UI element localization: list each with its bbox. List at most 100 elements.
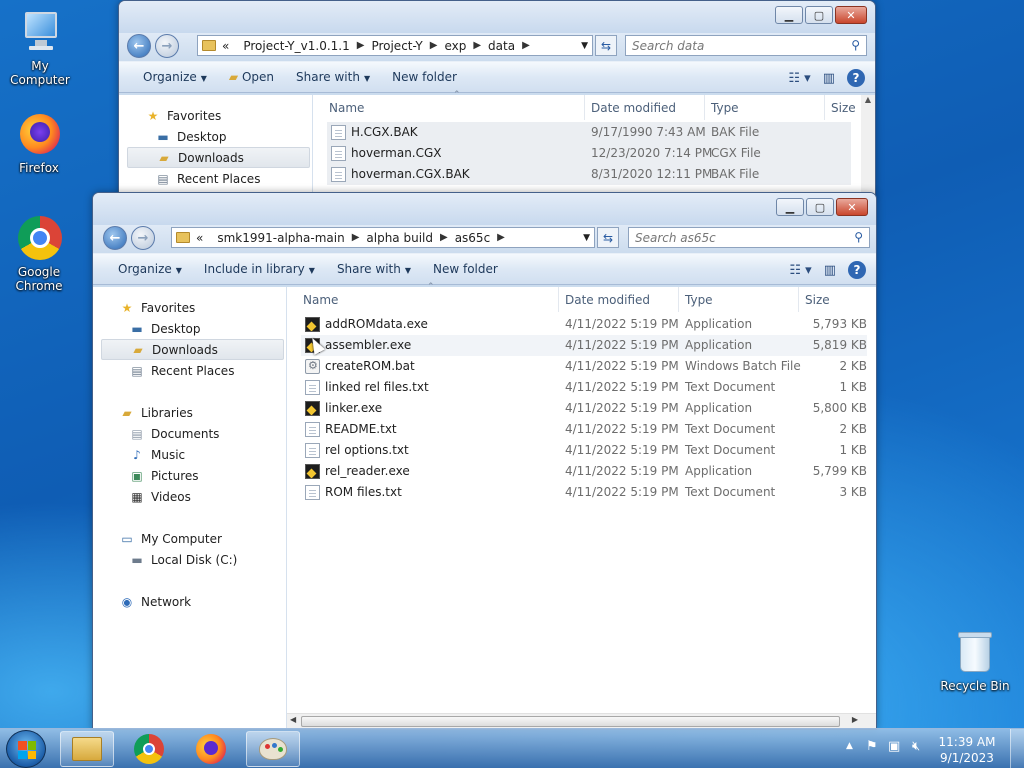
- help-icon[interactable]: ?: [848, 261, 866, 279]
- forward-button[interactable]: →: [155, 34, 179, 58]
- search-input[interactable]: Search data ⚲: [625, 35, 867, 56]
- title-bar[interactable]: ▁ ▢ ✕: [93, 193, 876, 225]
- taskbar-firefox-button[interactable]: [184, 731, 238, 767]
- column-header-name[interactable]: Name ⌃: [323, 90, 585, 120]
- desktop-icon-recycle-bin[interactable]: Recycle Bin: [935, 630, 1015, 693]
- maximize-button[interactable]: ▢: [806, 198, 834, 216]
- breadcrumb-item[interactable]: alpha build: [366, 231, 433, 245]
- breadcrumb-overflow[interactable]: «: [222, 39, 229, 53]
- forward-button[interactable]: →: [131, 226, 155, 250]
- nav-desktop[interactable]: ▬ Desktop: [155, 126, 226, 147]
- network-status-icon[interactable]: ▣: [888, 739, 900, 754]
- share-with-menu[interactable]: Share with ▼: [296, 70, 370, 84]
- scroll-right-icon[interactable]: ▶: [852, 715, 858, 724]
- file-row[interactable]: assembler.exe 4/11/2022 5:19 PM Applicatio…: [301, 335, 867, 356]
- nav-documents[interactable]: ▤ Documents: [129, 423, 219, 444]
- maximize-button[interactable]: ▢: [805, 6, 833, 24]
- view-options-icon[interactable]: ☷ ▾: [789, 263, 811, 278]
- nav-downloads[interactable]: ▰ Downloads: [101, 339, 284, 360]
- preview-pane-icon[interactable]: ▥: [824, 263, 836, 278]
- taskbar-paint-button[interactable]: [246, 731, 300, 767]
- file-row[interactable]: addROMdata.exe 4/11/2022 5:19 PM Applicati…: [301, 314, 867, 335]
- view-options-icon[interactable]: ☷ ▾: [788, 71, 810, 86]
- minimize-button[interactable]: ▁: [776, 198, 804, 216]
- nav-music[interactable]: ♪ Music: [129, 444, 185, 465]
- volume-muted-icon[interactable]: 🔇︎: [912, 739, 920, 754]
- help-icon[interactable]: ?: [847, 69, 865, 87]
- column-header-date[interactable]: Date modified: [585, 95, 705, 120]
- desktop-icon-chrome[interactable]: Google Chrome: [0, 216, 79, 293]
- nav-libraries[interactable]: ▰ Libraries: [119, 402, 192, 423]
- nav-network[interactable]: ◉ Network: [119, 591, 191, 612]
- explorer-window-front[interactable]: ▁ ▢ ✕ ← → « smk1991-alpha-main ▶ alpha b…: [92, 192, 877, 730]
- refresh-button[interactable]: ⇆: [595, 35, 617, 56]
- column-header-size[interactable]: Size: [799, 287, 859, 312]
- breadcrumb-item[interactable]: Project-Y: [371, 39, 422, 53]
- start-button[interactable]: [6, 730, 46, 768]
- action-center-icon[interactable]: ⚑: [866, 739, 878, 754]
- file-row[interactable]: linker.exe 4/11/2022 5:19 PM Application 5,…: [301, 398, 867, 419]
- scroll-left-icon[interactable]: ◀: [290, 715, 296, 724]
- share-with-menu[interactable]: Share with ▼: [337, 262, 411, 276]
- file-row[interactable]: hoverman.CGX.BAK 8/31/2020 12:11 PM BAK …: [327, 164, 851, 185]
- file-row[interactable]: linked rel files.txt 4/11/2022 5:19 PM Tex…: [301, 377, 867, 398]
- nav-downloads[interactable]: ▰ Downloads: [127, 147, 310, 168]
- address-bar[interactable]: « smk1991-alpha-main ▶ alpha build ▶ as6…: [171, 227, 595, 248]
- nav-favorites[interactable]: ★ Favorites: [119, 297, 196, 318]
- file-row[interactable]: createROM.bat 4/11/2022 5:19 PM Windows Ba…: [301, 356, 867, 377]
- column-header-name[interactable]: Name ⌃: [297, 282, 559, 312]
- nav-desktop[interactable]: ▬ Desktop: [129, 318, 200, 339]
- file-row[interactable]: ROM files.txt 4/11/2022 5:19 PM Text Docum…: [301, 482, 867, 503]
- show-desktop-button[interactable]: [1010, 729, 1024, 768]
- nav-pictures[interactable]: ▣ Pictures: [129, 465, 198, 486]
- new-folder-button[interactable]: New folder: [392, 70, 457, 84]
- preview-pane-icon[interactable]: ▥: [823, 71, 835, 86]
- nav-videos[interactable]: ▦ Videos: [129, 486, 191, 507]
- file-row[interactable]: rel_reader.exe 4/11/2022 5:19 PM Applicati…: [301, 461, 867, 482]
- clock[interactable]: 11:39 AM 9/1/2023: [936, 734, 998, 766]
- column-header-date[interactable]: Date modified: [559, 287, 679, 312]
- scrollbar-thumb[interactable]: [301, 716, 840, 727]
- column-header-type[interactable]: Type: [679, 287, 799, 312]
- breadcrumb-item[interactable]: as65c: [455, 231, 490, 245]
- breadcrumb-item[interactable]: Project-Y_v1.0.1.1: [243, 39, 349, 53]
- close-button[interactable]: ✕: [835, 6, 867, 24]
- nav-recent-places[interactable]: ▤ Recent Places: [155, 168, 260, 189]
- vertical-scrollbar[interactable]: ▲: [861, 95, 875, 194]
- desktop-icon-firefox[interactable]: Firefox: [0, 112, 79, 175]
- breadcrumb-item[interactable]: exp: [444, 39, 466, 53]
- organize-menu[interactable]: Organize ▼: [143, 70, 207, 84]
- search-input[interactable]: Search as65c ⚲: [628, 227, 870, 248]
- breadcrumb-item[interactable]: data: [488, 39, 515, 53]
- taskbar-explorer-button[interactable]: [60, 731, 114, 767]
- file-row[interactable]: H.CGX.BAK 9/17/1990 7:43 AM BAK File: [327, 122, 851, 143]
- column-header-type[interactable]: Type: [705, 95, 825, 120]
- nav-favorites[interactable]: ★ Favorites: [145, 105, 222, 126]
- nav-my-computer[interactable]: ▭ My Computer: [119, 528, 222, 549]
- nav-recent-places[interactable]: ▤ Recent Places: [129, 360, 234, 381]
- desktop-icon-my-computer[interactable]: My Computer: [0, 10, 80, 87]
- back-button[interactable]: ←: [127, 34, 151, 58]
- nav-local-disk[interactable]: ▬ Local Disk (C:): [129, 549, 237, 570]
- column-header-size[interactable]: Size: [825, 95, 865, 120]
- include-in-library-menu[interactable]: Include in library ▼: [204, 262, 315, 276]
- minimize-button[interactable]: ▁: [775, 6, 803, 24]
- horizontal-scrollbar[interactable]: ◀ ▶: [287, 713, 876, 729]
- close-button[interactable]: ✕: [836, 198, 868, 216]
- open-button[interactable]: ▰ Open: [229, 70, 274, 84]
- organize-menu[interactable]: Organize ▼: [118, 262, 182, 276]
- chevron-down-icon[interactable]: ▼: [581, 41, 588, 51]
- file-row[interactable]: rel options.txt 4/11/2022 5:19 PM Text Doc…: [301, 440, 867, 461]
- new-folder-button[interactable]: New folder: [433, 262, 498, 276]
- refresh-button[interactable]: ⇆: [597, 227, 619, 248]
- breadcrumb-item[interactable]: smk1991-alpha-main: [217, 231, 344, 245]
- show-hidden-icons-icon[interactable]: ▲: [846, 741, 853, 751]
- chevron-down-icon[interactable]: ▼: [583, 233, 590, 243]
- file-row[interactable]: hoverman.CGX 12/23/2020 7:14 PM CGX File: [327, 143, 851, 164]
- file-row[interactable]: README.txt 4/11/2022 5:19 PM Text Document…: [301, 419, 867, 440]
- title-bar[interactable]: ▁ ▢ ✕: [119, 1, 875, 33]
- breadcrumb-overflow[interactable]: «: [196, 231, 203, 245]
- explorer-window-back[interactable]: ▁ ▢ ✕ ← → « Project-Y_v1.0.1.1 ▶ Project…: [118, 0, 876, 195]
- address-bar[interactable]: « Project-Y_v1.0.1.1 ▶ Project-Y ▶ exp ▶…: [197, 35, 593, 56]
- taskbar-chrome-button[interactable]: [122, 731, 176, 767]
